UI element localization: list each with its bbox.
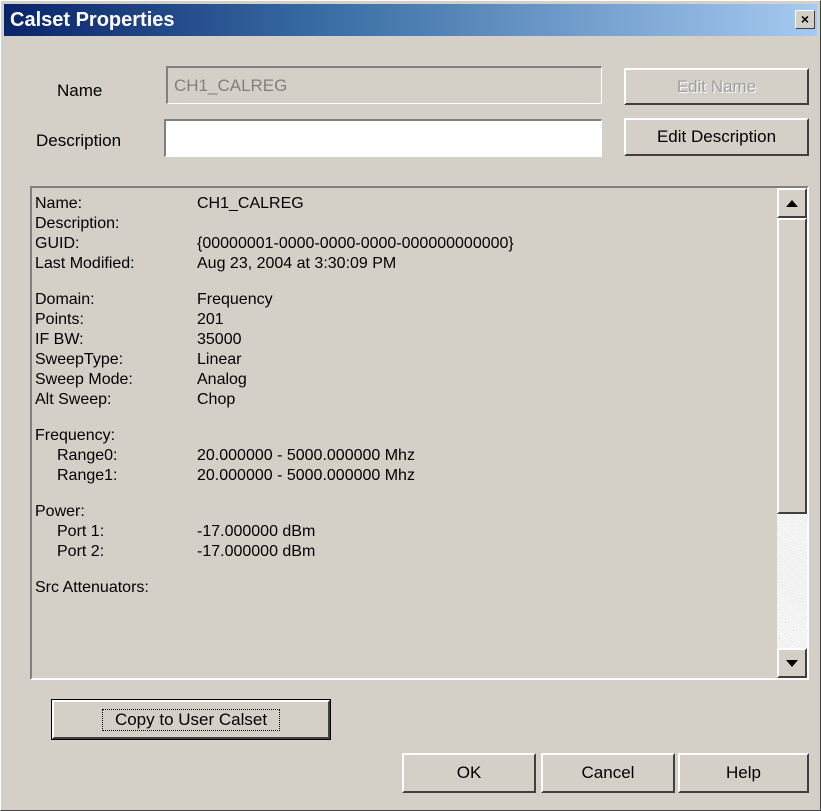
help-label: Help <box>726 763 761 782</box>
help-button[interactable]: Help <box>678 753 809 793</box>
close-icon: × <box>800 11 810 27</box>
calset-properties-dialog: Calset Properties × Name CH1_CALREG Edit… <box>0 0 821 811</box>
scroll-up-button[interactable] <box>777 188 807 218</box>
info-value: Linear <box>197 351 242 368</box>
info-row: IF BW: 35000 <box>35 330 775 350</box>
info-row: GUID: {00000001-0000-0000-0000-0000000000… <box>35 234 775 254</box>
info-value: -17.000000 dBm <box>197 543 316 560</box>
info-row: Port 2: -17.000000 dBm <box>35 542 775 562</box>
info-key: Power: <box>35 503 85 520</box>
cancel-label: Cancel <box>581 763 635 782</box>
info-key: GUID: <box>35 235 80 252</box>
vertical-scrollbar[interactable] <box>777 188 807 678</box>
info-row: Description: <box>35 214 775 234</box>
info-key: IF BW: <box>35 331 84 348</box>
info-key: Sweep Mode: <box>35 371 133 388</box>
ok-label: OK <box>456 763 482 782</box>
info-row: Alt Sweep: Chop <box>35 390 775 410</box>
calset-info-list[interactable]: Name: CH1_CALREG Description: GUID: {0000000… <box>30 186 809 680</box>
info-value: 20.000000 - 5000.000000 Mhz <box>197 467 415 484</box>
triangle-down-icon <box>786 659 798 667</box>
edit-description-label: Edit Description <box>656 127 777 146</box>
info-value: Aug 23, 2004 at 3:30:09 PM <box>197 255 397 272</box>
info-key: Last Modified: <box>35 255 135 272</box>
info-value: CH1_CALREG <box>197 195 304 212</box>
info-key: Range1: <box>57 467 118 484</box>
info-row: Src Attenuators: <box>35 578 775 598</box>
info-key: Range0: <box>57 447 118 464</box>
info-row: Range0: 20.000000 - 5000.000000 Mhz <box>35 446 775 466</box>
info-row: Frequency: <box>35 426 775 446</box>
info-value: 35000 <box>197 331 242 348</box>
info-key: Description: <box>35 215 120 232</box>
scroll-thumb[interactable] <box>777 218 807 514</box>
dialog-title: Calset Properties <box>10 9 175 31</box>
info-row: Power: <box>35 502 775 522</box>
info-value: Analog <box>197 371 247 388</box>
info-value: Frequency <box>197 291 273 308</box>
info-row: Name: CH1_CALREG <box>35 194 775 214</box>
triangle-up-icon <box>786 199 798 207</box>
copy-to-user-calset-label: Copy to User Calset <box>101 708 281 731</box>
name-label: Name <box>57 81 103 100</box>
info-row: Domain: Frequency <box>35 290 775 310</box>
description-label: Description <box>36 131 122 150</box>
info-row: Range1: 20.000000 - 5000.000000 Mhz <box>35 466 775 486</box>
info-value: -17.000000 dBm <box>197 523 316 540</box>
info-key: Domain: <box>35 291 95 308</box>
info-row: Port 1: -17.000000 dBm <box>35 522 775 542</box>
name-field: CH1_CALREG <box>166 66 602 104</box>
cancel-button[interactable]: Cancel <box>541 753 675 793</box>
info-value: 20.000000 - 5000.000000 Mhz <box>197 447 415 464</box>
close-button[interactable]: × <box>795 10 815 29</box>
copy-to-user-calset-button[interactable]: Copy to User Calset <box>51 699 331 740</box>
info-row: SweepType: Linear <box>35 350 775 370</box>
info-key: Points: <box>35 311 84 328</box>
info-row: Sweep Mode: Analog <box>35 370 775 390</box>
info-row: Points: 201 <box>35 310 775 330</box>
info-key: Src Attenuators: <box>35 579 149 596</box>
info-key: SweepType: <box>35 351 124 368</box>
edit-description-button[interactable]: Edit Description <box>624 118 809 156</box>
info-key: Frequency: <box>35 427 116 444</box>
scroll-down-button[interactable] <box>777 648 807 678</box>
info-rows: Name: CH1_CALREG Description: GUID: {0000000… <box>35 194 775 598</box>
edit-name-label: Edit Name <box>676 76 757 96</box>
info-key: Name: <box>35 195 83 212</box>
info-row: Last Modified: Aug 23, 2004 at 3:30:09 PM <box>35 254 775 274</box>
info-key: Alt Sweep: <box>35 391 112 408</box>
info-value: {00000001-0000-0000-0000-000000000000} <box>197 235 514 252</box>
info-key: Port 1: <box>57 523 105 540</box>
info-value: Chop <box>197 391 236 408</box>
ok-button[interactable]: OK <box>402 753 536 793</box>
edit-name-button: Edit Name <box>624 68 809 105</box>
description-field[interactable] <box>164 119 602 157</box>
info-value: 201 <box>197 311 224 328</box>
title-bar[interactable]: Calset Properties × <box>4 4 817 36</box>
info-key: Port 2: <box>57 543 105 560</box>
